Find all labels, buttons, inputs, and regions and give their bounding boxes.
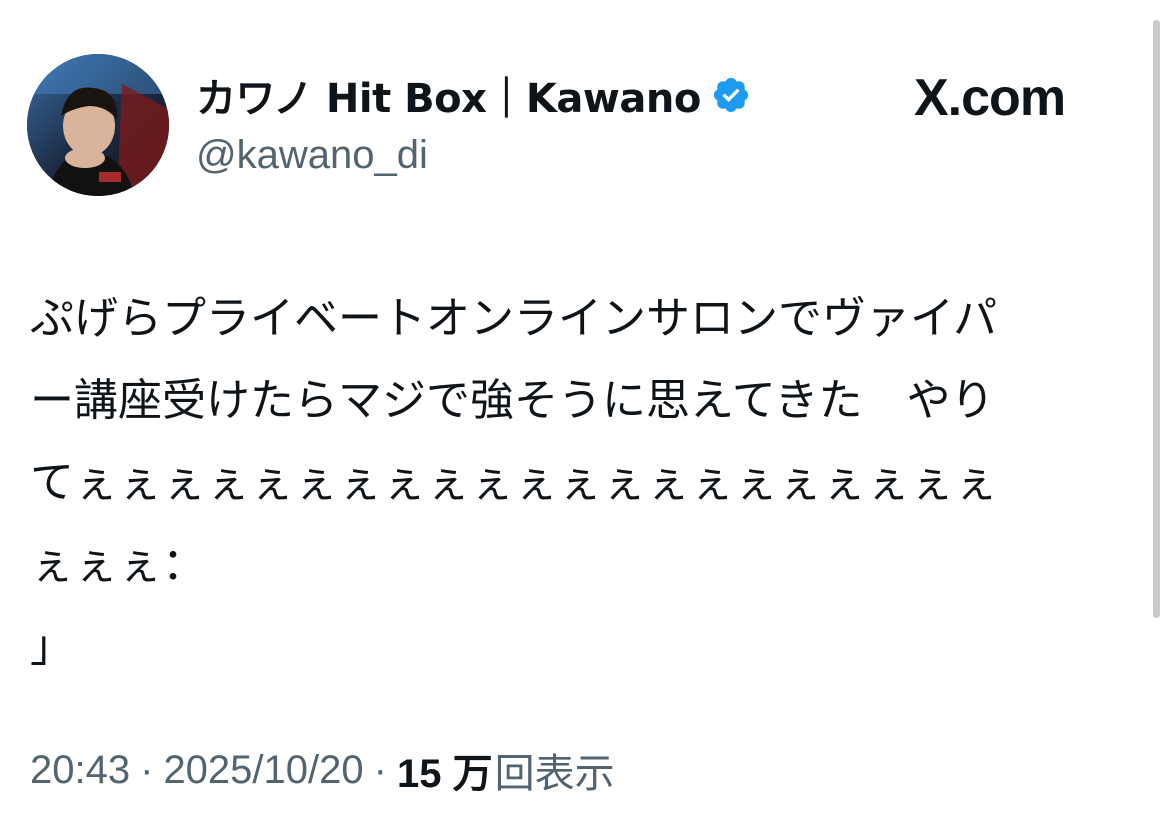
tweet-text: ぷげらプライベートオンラインサロンでヴァイパ ー講座受けたらマジで強そうに思えて… xyxy=(30,278,1142,688)
tweet-line: ー講座受けたらマジで強そうに思えてきた やり xyxy=(30,375,995,426)
verified-badge-icon[interactable] xyxy=(711,75,751,115)
tweet-line: ぷげらプライベートオンラインサロンでヴァイパ xyxy=(30,293,998,344)
tweet-line: てぇぇぇぇぇぇぇぇぇぇぇぇぇぇぇぇぇぇぇぇぇ xyxy=(30,457,998,508)
brand-logo: X.com xyxy=(914,69,1066,127)
avatar[interactable] xyxy=(27,54,169,196)
profile-photo xyxy=(27,54,169,196)
tweet-line: 」 xyxy=(30,621,74,672)
brand-domain: X.com xyxy=(914,69,1066,127)
views-label: 回表示 xyxy=(494,752,615,796)
scrollbar[interactable] xyxy=(1153,20,1160,618)
tweet-date[interactable]: 2025/10/20 xyxy=(163,748,363,793)
meta-separator: · xyxy=(373,747,387,792)
display-name-text[interactable]: カワノ Hit Box｜Kawano xyxy=(196,66,701,124)
views-count[interactable]: 15 万 xyxy=(397,741,493,799)
display-name[interactable]: カワノ Hit Box｜Kawano xyxy=(196,68,751,122)
tweet-meta: 20:43 · 2025/10/20 · 15 万 回表示 xyxy=(30,742,615,798)
user-handle[interactable]: @kawano_di xyxy=(196,133,428,178)
tweet-line: ぇぇぇ： xyxy=(30,539,206,590)
tweet-time[interactable]: 20:43 xyxy=(30,748,130,793)
meta-separator: · xyxy=(140,747,154,792)
